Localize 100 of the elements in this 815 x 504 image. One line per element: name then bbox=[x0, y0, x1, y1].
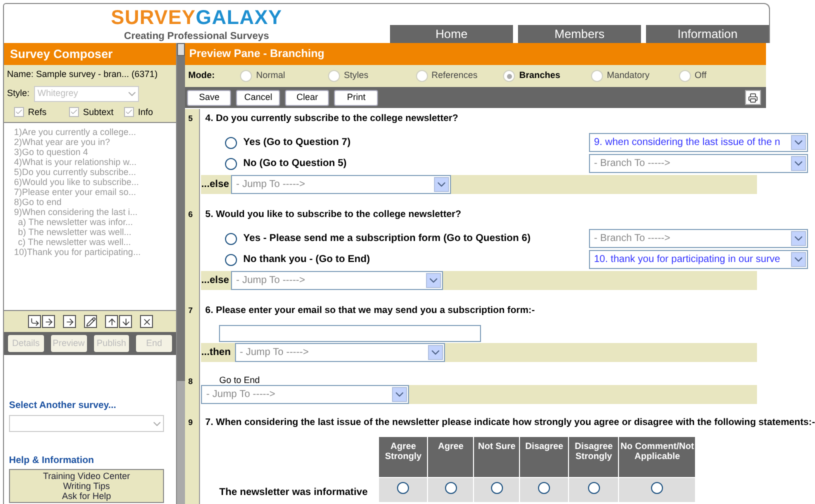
logo[interactable]: SURVEYGALAXY bbox=[110, 7, 282, 29]
jump-dropdown[interactable]: - Jump To -----> bbox=[201, 385, 410, 404]
mode-option[interactable]: Styles bbox=[344, 69, 368, 83]
chevron-down-icon bbox=[434, 177, 450, 192]
branch-dropdown[interactable]: - Branch To -----> bbox=[589, 154, 808, 173]
chevron-down-icon bbox=[791, 156, 806, 171]
radio-button[interactable] bbox=[225, 254, 238, 266]
close-icon bbox=[142, 316, 152, 326]
toolbar-button[interactable]: Print bbox=[334, 90, 378, 106]
mode-option[interactable]: References bbox=[432, 69, 478, 83]
arrow-icon bbox=[64, 316, 74, 326]
branch-dropdown[interactable]: - Branch To -----> bbox=[589, 229, 808, 248]
edit-button[interactable] bbox=[84, 315, 97, 328]
fallback-label: ...else bbox=[201, 178, 230, 192]
nav-tab[interactable]: Home bbox=[389, 24, 513, 43]
chevron-down-icon bbox=[428, 345, 443, 360]
radio-button[interactable] bbox=[397, 482, 410, 494]
branch-dropdown[interactable]: 9. when considering the last issue of the n bbox=[589, 133, 808, 152]
mode-option[interactable]: Mandatory bbox=[606, 69, 650, 83]
jump-dropdown[interactable]: - Jump To -----> bbox=[231, 175, 452, 194]
arrow-up-icon bbox=[106, 316, 116, 326]
toolbar-button[interactable]: Save bbox=[187, 90, 232, 106]
move-up-button[interactable] bbox=[105, 315, 118, 328]
radio-button[interactable] bbox=[538, 482, 550, 494]
outline-item[interactable]: 4)What is your relationship w... bbox=[4, 157, 176, 167]
help-link[interactable]: Ask for Help bbox=[62, 490, 112, 500]
line-number: 9 bbox=[185, 413, 200, 503]
option-label: Yes - Please send me a subscription form (Go to Question 6) bbox=[243, 232, 531, 246]
branch-dropdown[interactable]: 10. thank you for participating in our surve bbox=[589, 250, 808, 269]
outline-item[interactable]: 2)What year are you in? bbox=[4, 137, 176, 147]
line-number: 6 bbox=[185, 205, 200, 301]
pencil-icon bbox=[86, 316, 96, 326]
jump-dropdown[interactable]: - Jump To -----> bbox=[234, 343, 445, 362]
email-input-field[interactable] bbox=[219, 325, 482, 342]
mode-option[interactable]: Branches bbox=[519, 69, 560, 83]
column-header: Agree Strongly bbox=[379, 437, 428, 477]
outline-item[interactable]: 8)Go to end bbox=[4, 197, 176, 207]
toolbar-button[interactable]: Clear bbox=[285, 90, 330, 106]
radio-button[interactable] bbox=[225, 232, 238, 244]
nav-tab[interactable]: Members bbox=[517, 24, 641, 43]
add-below-button[interactable] bbox=[28, 315, 41, 328]
outline-item[interactable]: a) The newsletter was infor... bbox=[4, 217, 176, 227]
question-text: 6. Please enter your email so that we may send you a subscription form:- bbox=[205, 305, 535, 316]
checkbox-label: Subtext bbox=[83, 106, 114, 118]
checkbox[interactable] bbox=[124, 107, 134, 118]
help-title: Help & Information bbox=[9, 454, 95, 468]
line-number: 7 bbox=[185, 301, 200, 372]
print-button[interactable] bbox=[745, 90, 762, 105]
option-label: No (Go to Question 5) bbox=[243, 157, 347, 171]
radio-button[interactable] bbox=[225, 136, 238, 148]
outline-item[interactable]: 6)Would you like to subscribe... bbox=[4, 177, 176, 187]
mode-option[interactable]: Off bbox=[694, 69, 706, 83]
radio-button[interactable] bbox=[490, 482, 503, 494]
survey-name: Name: Sample survey - bran... (6371) bbox=[7, 68, 159, 81]
outline-item[interactable]: 7)Please enter your email so... bbox=[4, 187, 176, 197]
outline-item[interactable]: 10)Thank you for participating... bbox=[4, 247, 176, 257]
jump-dropdown[interactable]: - Jump To -----> bbox=[231, 271, 444, 290]
option-label: Yes (Go to Question 7) bbox=[243, 136, 351, 150]
line-number: 8 bbox=[185, 372, 200, 413]
radio-button[interactable] bbox=[651, 482, 664, 494]
select-survey-label: Select Another survey... bbox=[9, 399, 118, 413]
move-down-button[interactable] bbox=[119, 315, 132, 328]
radio-button[interactable] bbox=[588, 482, 600, 494]
outline-item[interactable]: c) The newsletter was well... bbox=[4, 237, 176, 247]
help-link[interactable]: Training Video Center bbox=[42, 470, 130, 480]
checkbox-label: Refs bbox=[28, 106, 47, 118]
outline-item[interactable]: 5)Do you currently subscribe... bbox=[4, 167, 176, 177]
statement-label: The newsletter was informative bbox=[219, 486, 368, 500]
checkbox[interactable] bbox=[69, 107, 79, 118]
end-text: Go to End bbox=[219, 375, 260, 385]
add-after-button[interactable] bbox=[42, 315, 55, 328]
arrow-icon bbox=[30, 316, 40, 326]
column-header: Disagree Strongly bbox=[569, 437, 618, 477]
outline-item[interactable]: b) The newsletter was well... bbox=[4, 227, 176, 237]
chevron-down-icon bbox=[791, 231, 806, 246]
outline-item[interactable]: 1)Are you currently a college... bbox=[4, 127, 176, 137]
question-text: 5. Would you like to subscribe to the college newsletter? bbox=[205, 209, 462, 220]
skip-button[interactable] bbox=[63, 315, 76, 328]
pane-title: Preview Pane - Branching bbox=[185, 43, 766, 65]
line-number: 5 bbox=[185, 109, 200, 205]
checkbox[interactable] bbox=[14, 107, 24, 118]
delete-button[interactable] bbox=[140, 315, 153, 328]
mode-label: Mode: bbox=[188, 69, 216, 82]
fallback-label: ...else bbox=[201, 274, 230, 288]
mode-option[interactable]: Normal bbox=[256, 69, 286, 83]
outline-item[interactable]: 3)Go to question 4 bbox=[4, 147, 176, 157]
column-header: Agree bbox=[428, 437, 474, 477]
radio-button[interactable] bbox=[225, 158, 238, 170]
style-dropdown[interactable]: Whitegrey bbox=[34, 86, 139, 102]
toolbar-button[interactable]: Cancel bbox=[236, 90, 280, 106]
panel-title: Survey Composer bbox=[4, 43, 176, 65]
style-label: Style: bbox=[7, 86, 30, 100]
column-header: No Comment/Not Applicable bbox=[619, 437, 696, 477]
outline-item[interactable]: 9)When considering the last i... bbox=[4, 207, 176, 217]
tagline: Creating Professional Surveys bbox=[124, 30, 270, 44]
nav-tab[interactable]: Information bbox=[645, 24, 769, 43]
chevron-down-icon bbox=[791, 252, 806, 267]
column-header: Disagree bbox=[520, 437, 568, 477]
help-link[interactable]: Writing Tips bbox=[63, 480, 110, 490]
radio-button[interactable] bbox=[444, 482, 457, 494]
